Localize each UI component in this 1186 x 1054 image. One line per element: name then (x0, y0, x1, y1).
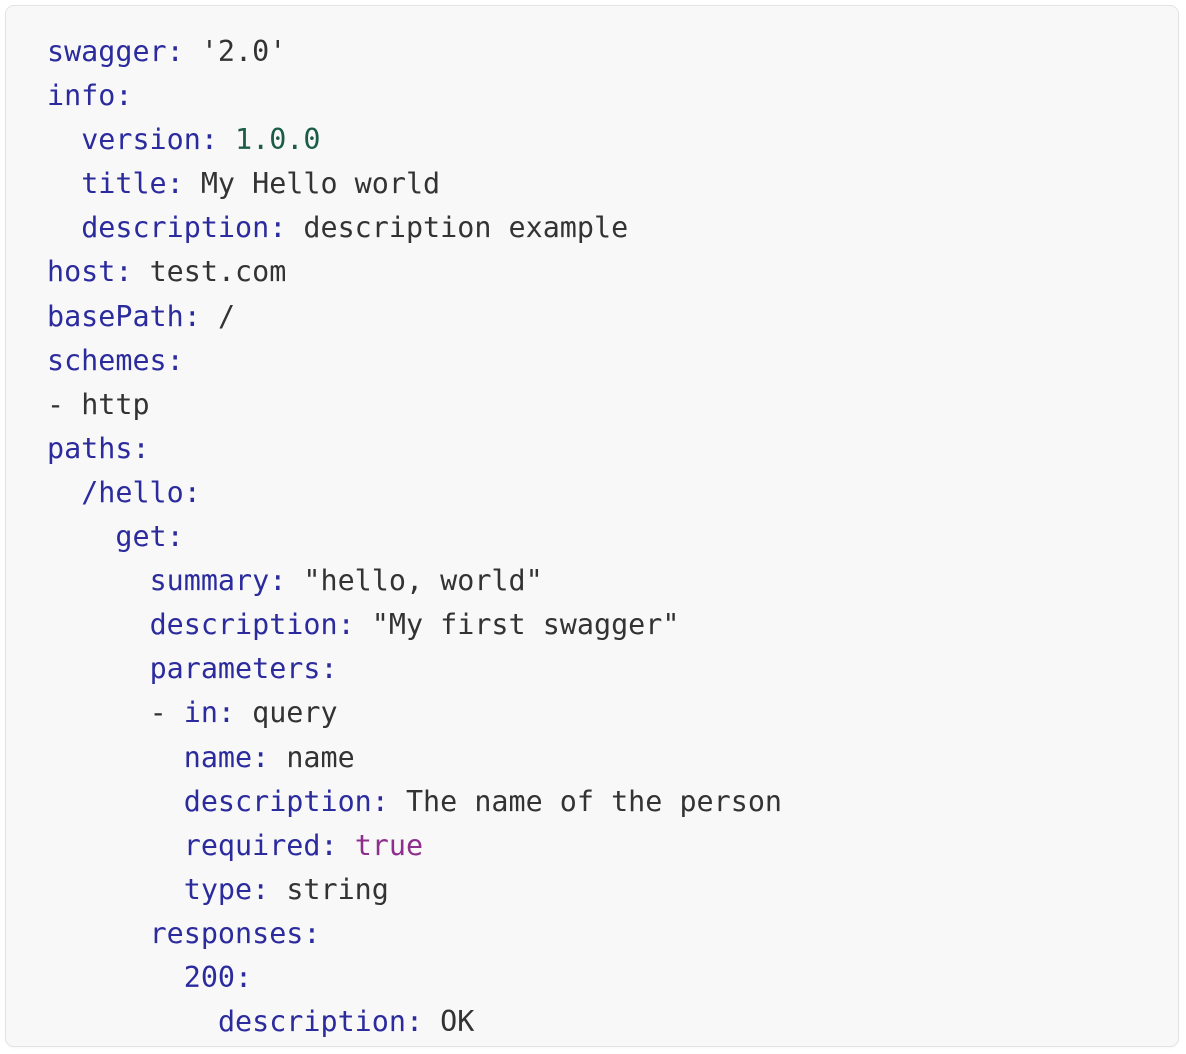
code-line: 200: (47, 956, 782, 1000)
code-token-ws (218, 123, 235, 156)
code-line: get: (47, 515, 782, 559)
code-token-ws (269, 873, 286, 906)
code-token-key: host: (47, 255, 133, 289)
code-token-key: swagger: (47, 35, 184, 68)
code-token-ws (269, 741, 286, 774)
code-token-bool: true (354, 828, 424, 862)
code-block-card: swagger: '2.0' info: version: 1.0.0 title… (5, 5, 1179, 1047)
code-token-ws (132, 255, 149, 288)
code-token-plain: test.com (149, 255, 287, 289)
code-token-plain: OK (440, 1005, 475, 1039)
code-token-ws (286, 211, 303, 244)
code-line: host: test.com (47, 250, 782, 294)
code-line: description: The name of the person (47, 780, 782, 824)
code-line: parameters: (47, 647, 782, 691)
code-line: /hello: (47, 471, 782, 515)
code-token-str: '2.0' (200, 35, 287, 68)
code-token-plain: query (252, 696, 338, 730)
code-line: info: (47, 74, 782, 118)
code-line: name: name (47, 736, 782, 780)
code-token-ws (167, 696, 184, 729)
code-token-key: required: (183, 828, 338, 862)
code-token-str: "hello, world" (303, 564, 543, 598)
code-line: description: description example (47, 206, 782, 250)
code-token-ws (184, 35, 201, 68)
code-token-key: get: (115, 520, 184, 554)
code-line: type: string (47, 868, 782, 912)
code-token-punc: - (149, 696, 167, 730)
code-token-ws (64, 388, 81, 421)
code-line: - http (47, 383, 782, 427)
code-token-key: description: (183, 784, 389, 818)
code-line: version: 1.0.0 (47, 118, 782, 162)
code-token-key: schemes: (47, 343, 184, 377)
code-token-key: paths: (47, 431, 150, 465)
code-line: basePath: / (47, 295, 782, 339)
code-token-key: title: (81, 167, 184, 201)
code-token-plain: string (286, 872, 389, 906)
code-line: responses: (47, 912, 782, 956)
code-token-ws (338, 829, 355, 862)
code-token-str: "My first swagger" (371, 608, 680, 642)
code-token-ws (184, 167, 201, 200)
code-token-ws (201, 300, 218, 333)
code-token-key: responses: (149, 916, 321, 950)
code-token-plain: / (217, 299, 236, 333)
code-token-plain: http (81, 387, 150, 421)
code-token-plain: My Hello world (200, 167, 441, 201)
code-token-ws (355, 608, 372, 641)
code-token-key: description: (149, 608, 355, 642)
code-token-key: summary: (149, 564, 287, 598)
code-token-ws (389, 785, 406, 818)
code-line: title: My Hello world (47, 162, 782, 206)
code-line: description: OK (47, 1000, 782, 1044)
code-line: required: true (47, 824, 782, 868)
code-token-key: description: (81, 211, 287, 245)
code-token-key: in: (183, 696, 236, 730)
code-token-ws (235, 696, 252, 729)
code-token-num: 1.0.0 (235, 123, 321, 157)
code-token-plain: The name of the person (405, 784, 783, 818)
code-line: - in: query (47, 691, 782, 735)
code-line: swagger: '2.0' (47, 30, 782, 74)
code-token-ws (423, 1005, 440, 1038)
code-token-key: description: (217, 1005, 424, 1039)
code-token-key: version: (81, 123, 218, 157)
code-token-plain: name (286, 740, 355, 774)
code-token-key: type: (183, 872, 270, 906)
code-line: summary: "hello, world" (47, 559, 782, 603)
code-token-plain: description example (303, 211, 629, 245)
code-token-key: info: (47, 79, 133, 113)
code-line: schemes: (47, 339, 782, 383)
code-token-key: 200: (183, 960, 253, 994)
code-line: description: "My first swagger" (47, 603, 782, 647)
yaml-code-content[interactable]: swagger: '2.0' info: version: 1.0.0 title… (47, 30, 782, 1044)
code-token-key: basePath: (47, 299, 201, 333)
code-token-punc: - (47, 387, 65, 421)
code-token-key: parameters: (149, 652, 338, 686)
code-line: paths: (47, 427, 782, 471)
code-token-key: name: (183, 740, 270, 774)
code-token-ws (286, 564, 303, 597)
code-token-key: /hello: (81, 475, 201, 509)
